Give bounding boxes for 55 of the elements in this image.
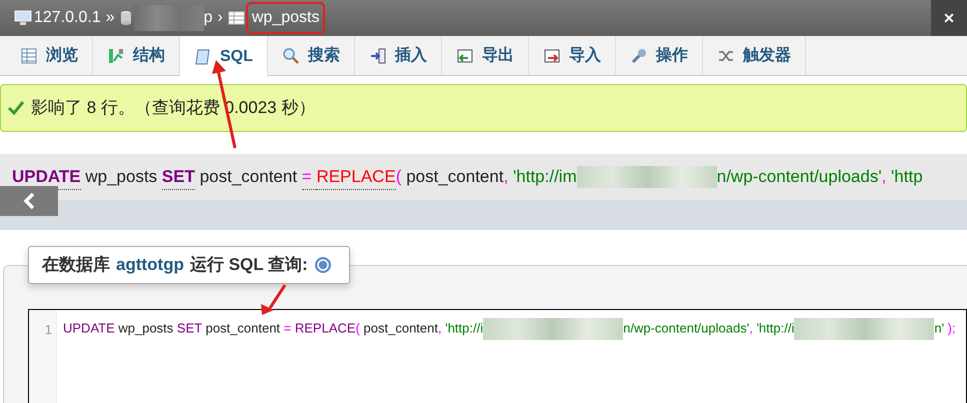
- insert-icon: [368, 46, 387, 64]
- search-icon: [282, 46, 300, 64]
- legend-text: 在数据库: [42, 254, 110, 276]
- legend-text: 运行 SQL 查询:: [190, 254, 308, 276]
- monitor-icon: [14, 10, 32, 26]
- collapse-button[interactable]: [0, 186, 58, 216]
- code-token: 'http://i: [755, 320, 794, 336]
- code-token: =: [284, 320, 292, 336]
- code-token: SET: [176, 320, 202, 336]
- code-token: REPLACE: [294, 320, 356, 336]
- close-button[interactable]: ×: [931, 0, 967, 36]
- breadcrumb-separator: »: [106, 8, 115, 28]
- code-token: wp_posts: [117, 320, 174, 336]
- code-token: post_content: [362, 320, 438, 336]
- code-token: wp_posts: [84, 166, 158, 188]
- code-token: post_content: [405, 166, 504, 188]
- code-token: =: [302, 164, 316, 190]
- structure-icon: [107, 46, 125, 64]
- code-token: (: [356, 320, 360, 336]
- code-token: n/wp-content/uploads': [716, 166, 882, 188]
- code-token: ,: [438, 320, 442, 336]
- table-icon: [20, 46, 38, 64]
- code-token: SET: [162, 164, 195, 190]
- table-icon: [228, 10, 246, 26]
- code-token: );: [946, 320, 956, 336]
- code-token: REPLACE: [316, 164, 396, 190]
- breadcrumb-link[interactable]: p: [204, 6, 213, 30]
- code-token: (: [396, 166, 402, 188]
- code-token: 'http://im: [512, 166, 577, 188]
- code-token: ,: [882, 166, 886, 188]
- breadcrumb-link[interactable]: 127.0.0.1: [34, 6, 101, 30]
- line-number: 1: [44, 322, 52, 337]
- code-token: n/wp-content/uploads': [623, 320, 750, 336]
- import-icon: [542, 46, 561, 64]
- database-name: agttotgp: [116, 254, 184, 276]
- sql-editor[interactable]: 1 UPDATE wp_posts SET post_content = REPLACE( post_content, 'http://i n/wp-content/uploads', 'http://i n' );: [28, 309, 967, 403]
- breadcrumb-separator: ›: [218, 8, 223, 28]
- code-token: post_content: [204, 320, 282, 336]
- code-token: UPDATE: [63, 320, 115, 336]
- code-token: ,: [504, 166, 508, 188]
- code-token: n': [934, 320, 944, 336]
- code-token: ,: [749, 320, 753, 336]
- scroll-icon: [194, 48, 212, 66]
- annotation-arrow: [258, 284, 288, 316]
- breadcrumb-link[interactable]: wp_posts: [248, 4, 324, 32]
- code-token: 'http://i: [444, 320, 484, 336]
- wrench-icon: [630, 46, 648, 64]
- help-icon[interactable]: [314, 256, 332, 274]
- code-token: 'http: [890, 166, 923, 188]
- database-icon: [120, 10, 132, 26]
- export-icon: [456, 46, 474, 64]
- tab[interactable]: SQL: [180, 36, 268, 77]
- checkmark-icon: [7, 100, 25, 116]
- code-token: post_content: [198, 166, 298, 188]
- chevron-left-icon: [22, 192, 36, 210]
